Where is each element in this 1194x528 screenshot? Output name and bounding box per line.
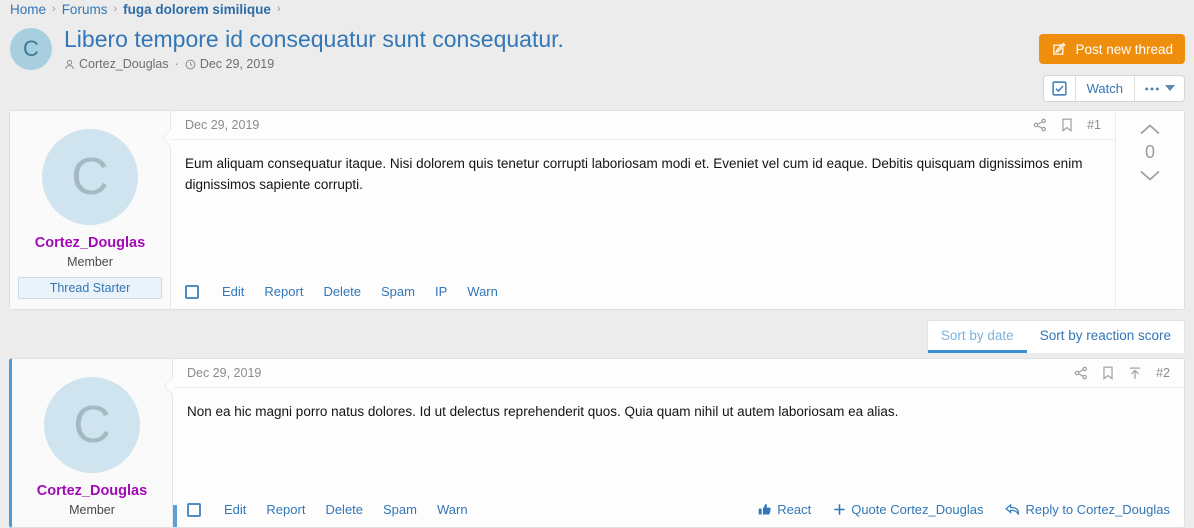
watch-button[interactable]: Watch bbox=[1075, 76, 1135, 101]
post-permalink[interactable]: #2 bbox=[1156, 366, 1170, 380]
share-icon[interactable] bbox=[1074, 366, 1088, 380]
chevron-down-icon bbox=[1165, 85, 1175, 92]
post-action-warn[interactable]: Warn bbox=[467, 284, 498, 299]
quote-button[interactable]: Quote Cortez_Douglas bbox=[833, 502, 983, 517]
post-date[interactable]: Dec 29, 2019 bbox=[187, 366, 261, 380]
breadcrumb-separator-icon: › bbox=[52, 3, 56, 15]
post-action-report[interactable]: Report bbox=[264, 284, 303, 299]
post-user-card: C Cortez_Douglas Member Thread Starter bbox=[10, 111, 170, 309]
post-body: Eum aliquam consequatur itaque. Nisi dol… bbox=[185, 156, 1083, 192]
post-action-delete[interactable]: Delete bbox=[325, 502, 363, 517]
unread-accent-bar bbox=[173, 505, 177, 527]
breadcrumb-separator-icon: › bbox=[276, 3, 281, 15]
thread-meta: Cortez_Douglas · Dec 29, 2019 bbox=[64, 57, 1184, 71]
checkbox-checked-icon bbox=[1052, 81, 1067, 96]
user-icon bbox=[64, 59, 75, 70]
thread-date: Dec 29, 2019 bbox=[199, 57, 275, 71]
post-body: Non ea hic magni porro natus dolores. Id… bbox=[187, 404, 899, 419]
clock-icon bbox=[185, 59, 196, 70]
plus-icon bbox=[833, 503, 846, 516]
breadcrumb: Home › Forums › fuga dolorem similique › bbox=[0, 0, 1194, 18]
post-author-title: Member bbox=[69, 503, 115, 517]
react-button[interactable]: React bbox=[758, 502, 811, 517]
meta-separator: · bbox=[174, 57, 179, 71]
thread-author-link[interactable]: Cortez_Douglas bbox=[79, 57, 169, 71]
watch-checkbox-button[interactable] bbox=[1043, 76, 1076, 101]
post-author-name[interactable]: Cortez_Douglas bbox=[35, 235, 145, 251]
share-icon[interactable] bbox=[1033, 118, 1047, 132]
post-actions: Edit Report Delete Spam Warn React Quote… bbox=[173, 494, 1184, 527]
post-date[interactable]: Dec 29, 2019 bbox=[185, 118, 259, 132]
post-vote-widget: 0 bbox=[1115, 111, 1184, 309]
breadcrumb-item-forums[interactable]: Forums bbox=[62, 2, 108, 17]
watch-label: Watch bbox=[1086, 81, 1123, 96]
watch-button-group: Watch bbox=[1042, 75, 1185, 102]
thumbs-up-icon bbox=[758, 503, 772, 517]
ellipsis-icon bbox=[1144, 86, 1160, 92]
post-new-thread-label: Post new thread bbox=[1075, 41, 1173, 57]
post-permalink[interactable]: #1 bbox=[1087, 118, 1101, 132]
bookmark-icon[interactable] bbox=[1102, 366, 1114, 380]
vote-count: 0 bbox=[1144, 142, 1155, 162]
reply-button[interactable]: Reply to Cortez_Douglas bbox=[1005, 502, 1170, 517]
page-title: Libero tempore id consequatur sunt conse… bbox=[64, 26, 564, 52]
quote-label: Quote Cortez_Douglas bbox=[851, 502, 984, 517]
post-action-warn[interactable]: Warn bbox=[437, 502, 468, 517]
tab-sort-by-date[interactable]: Sort by date bbox=[927, 320, 1027, 353]
post-action-delete[interactable]: Delete bbox=[323, 284, 361, 299]
chevron-up-icon[interactable] bbox=[1139, 123, 1161, 136]
post-action-edit[interactable]: Edit bbox=[224, 502, 246, 517]
thread-toolbar: Watch bbox=[0, 71, 1194, 102]
post-action-spam[interactable]: Spam bbox=[381, 284, 415, 299]
post-author-name[interactable]: Cortez_Douglas bbox=[37, 483, 147, 499]
sort-tabs: Sort by date Sort by reaction score bbox=[926, 320, 1185, 353]
avatar[interactable]: C bbox=[10, 28, 52, 70]
avatar[interactable]: C bbox=[42, 129, 138, 225]
post-list: C Cortez_Douglas Member Thread Starter D… bbox=[0, 110, 1194, 528]
reply-icon bbox=[1005, 503, 1020, 517]
breadcrumb-item-home[interactable]: Home bbox=[10, 2, 46, 17]
post-action-edit[interactable]: Edit bbox=[222, 284, 244, 299]
post-action-spam[interactable]: Spam bbox=[383, 502, 417, 517]
post-item: C Cortez_Douglas Member Thread Starter D… bbox=[9, 110, 1185, 310]
react-label: React bbox=[777, 502, 812, 517]
avatar[interactable]: C bbox=[44, 377, 140, 473]
post-main: Dec 29, 2019 #1 Eum aliquam consequatur … bbox=[162, 111, 1184, 309]
post-reply-actions: React Quote Cortez_Douglas Reply to Cort… bbox=[758, 502, 1170, 517]
post-select-checkbox[interactable] bbox=[187, 502, 201, 517]
post-header: Dec 29, 2019 #1 bbox=[171, 111, 1115, 140]
sort-bar: Sort by date Sort by reaction score bbox=[0, 310, 1194, 353]
bookmark-icon[interactable] bbox=[1061, 118, 1073, 132]
post-user-card: C Cortez_Douglas Member bbox=[12, 359, 172, 527]
breadcrumb-separator-icon: › bbox=[113, 3, 118, 15]
post-action-links: Edit Report Delete Spam IP Warn bbox=[222, 284, 498, 299]
post-main: Dec 29, 2019 #2 Non ea hic magni porro n… bbox=[164, 359, 1184, 527]
thread-more-menu-button[interactable] bbox=[1135, 76, 1184, 101]
thread-header: C Libero tempore id consequatur sunt con… bbox=[0, 18, 1194, 71]
post-new-thread-button[interactable]: Post new thread bbox=[1039, 34, 1185, 64]
post-author-title: Member bbox=[67, 255, 113, 269]
compose-icon bbox=[1051, 41, 1067, 57]
post-header: Dec 29, 2019 #2 bbox=[173, 359, 1184, 388]
chevron-down-icon[interactable] bbox=[1139, 169, 1161, 182]
post-action-links: Edit Report Delete Spam Warn bbox=[224, 502, 468, 517]
post-select-checkbox[interactable] bbox=[185, 284, 199, 299]
reply-label: Reply to Cortez_Douglas bbox=[1025, 502, 1170, 517]
post-action-report[interactable]: Report bbox=[266, 502, 305, 517]
post-action-ip[interactable]: IP bbox=[435, 284, 447, 299]
thread-starter-badge: Thread Starter bbox=[18, 277, 162, 299]
jump-to-first-unread-icon[interactable] bbox=[1128, 366, 1142, 380]
post-item: C Cortez_Douglas Member Dec 29, 2019 #2 … bbox=[9, 358, 1185, 528]
tab-sort-by-reaction-score[interactable]: Sort by reaction score bbox=[1027, 320, 1184, 353]
breadcrumb-item-forum[interactable]: fuga dolorem similique bbox=[123, 2, 271, 17]
post-actions: Edit Report Delete Spam IP Warn bbox=[171, 276, 1115, 309]
